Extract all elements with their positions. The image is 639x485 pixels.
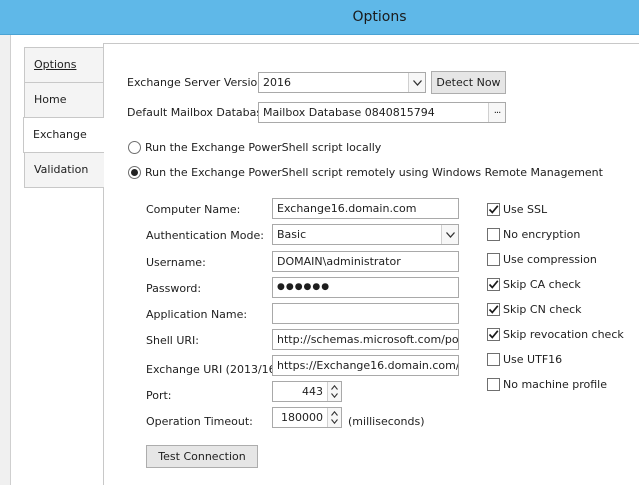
- use-ssl-checkbox[interactable]: [487, 203, 500, 216]
- detect-now-button[interactable]: Detect Now: [431, 71, 506, 94]
- exchange-uri-label: Exchange URI (2013/16):: [146, 363, 284, 376]
- shell-uri-input[interactable]: http://schemas.microsoft.com/powershell/…: [272, 329, 459, 350]
- skip-cn-check-checkbox[interactable]: [487, 303, 500, 316]
- no-machine-profile-checkbox[interactable]: [487, 378, 500, 391]
- check-icon: [488, 305, 499, 314]
- computer-name-label: Computer Name:: [146, 203, 241, 216]
- server-version-select[interactable]: 2016: [258, 72, 426, 93]
- port-value: 443: [302, 385, 323, 398]
- shell-uri-label: Shell URI:: [146, 334, 199, 347]
- auth-mode-label: Authentication Mode:: [146, 229, 264, 242]
- skip-ca-check-checkbox[interactable]: [487, 278, 500, 291]
- skip-cn-check-label[interactable]: Skip CN check: [503, 303, 582, 316]
- chevron-down-icon[interactable]: [441, 225, 458, 244]
- use-utf16-label[interactable]: Use UTF16: [503, 353, 562, 366]
- timeout-value: 180000: [281, 411, 323, 424]
- skip-ca-check-label[interactable]: Skip CA check: [503, 278, 581, 291]
- run-remote-radio[interactable]: [128, 166, 141, 179]
- auth-mode-value: Basic: [277, 228, 307, 241]
- mailbox-db-field[interactable]: Mailbox Database 0840815794 ...: [258, 102, 506, 123]
- check-icon: [488, 205, 499, 214]
- timeout-stepper[interactable]: 180000: [272, 407, 342, 428]
- mailbox-db-label: Default Mailbox Database:: [127, 106, 273, 119]
- tab-validation-label: Validation: [34, 163, 89, 176]
- timeout-unit-label: (milliseconds): [348, 415, 425, 428]
- tab-options-label: Options: [34, 58, 77, 71]
- window-title: Options: [352, 9, 407, 25]
- chevron-down-icon[interactable]: [408, 73, 425, 92]
- app-name-input[interactable]: [272, 303, 459, 324]
- timeout-label: Operation Timeout:: [146, 415, 253, 428]
- username-input[interactable]: DOMAIN\administrator: [272, 251, 459, 272]
- use-ssl-label[interactable]: Use SSL: [503, 203, 547, 216]
- use-utf16-checkbox[interactable]: [487, 353, 500, 366]
- check-icon: [488, 330, 499, 339]
- run-local-radio[interactable]: [128, 141, 141, 154]
- tab-validation[interactable]: Validation: [24, 152, 104, 188]
- run-remote-label[interactable]: Run the Exchange PowerShell script remot…: [145, 166, 603, 179]
- use-compression-label[interactable]: Use compression: [503, 253, 597, 266]
- server-version-label: Exchange Server Version:: [127, 76, 268, 89]
- tab-exchange[interactable]: Exchange: [23, 117, 104, 153]
- mailbox-db-value: Mailbox Database 0840815794: [263, 106, 435, 119]
- server-version-value: 2016: [263, 76, 291, 89]
- skip-revocation-check-checkbox[interactable]: [487, 328, 500, 341]
- title-bar[interactable]: Options: [0, 0, 639, 35]
- no-encryption-label[interactable]: No encryption: [503, 228, 580, 241]
- password-input[interactable]: ●●●●●●: [272, 277, 459, 298]
- password-label: Password:: [146, 282, 202, 295]
- browse-icon[interactable]: ...: [488, 103, 505, 122]
- test-connection-button[interactable]: Test Connection: [146, 445, 258, 468]
- no-machine-profile-label[interactable]: No machine profile: [503, 378, 607, 391]
- auth-mode-select[interactable]: Basic: [272, 224, 459, 245]
- username-label: Username:: [146, 256, 206, 269]
- port-stepper[interactable]: 443: [272, 381, 342, 402]
- stepper-arrows-icon[interactable]: [327, 382, 341, 401]
- tab-exchange-label: Exchange: [33, 128, 87, 141]
- skip-revocation-check-label[interactable]: Skip revocation check: [503, 328, 624, 341]
- use-compression-checkbox[interactable]: [487, 253, 500, 266]
- tab-home-folders[interactable]: Home Folders: [24, 82, 104, 140]
- no-encryption-checkbox[interactable]: [487, 228, 500, 241]
- tab-options[interactable]: Options: [24, 47, 104, 83]
- exchange-uri-input[interactable]: https://Exchange16.domain.com/powershell: [272, 355, 459, 376]
- check-icon: [488, 280, 499, 289]
- run-local-label[interactable]: Run the Exchange PowerShell script local…: [145, 141, 381, 154]
- stepper-arrows-icon[interactable]: [327, 408, 341, 427]
- computer-name-input[interactable]: Exchange16.domain.com: [272, 198, 459, 219]
- port-label: Port:: [146, 389, 172, 402]
- app-name-label: Application Name:: [146, 308, 248, 321]
